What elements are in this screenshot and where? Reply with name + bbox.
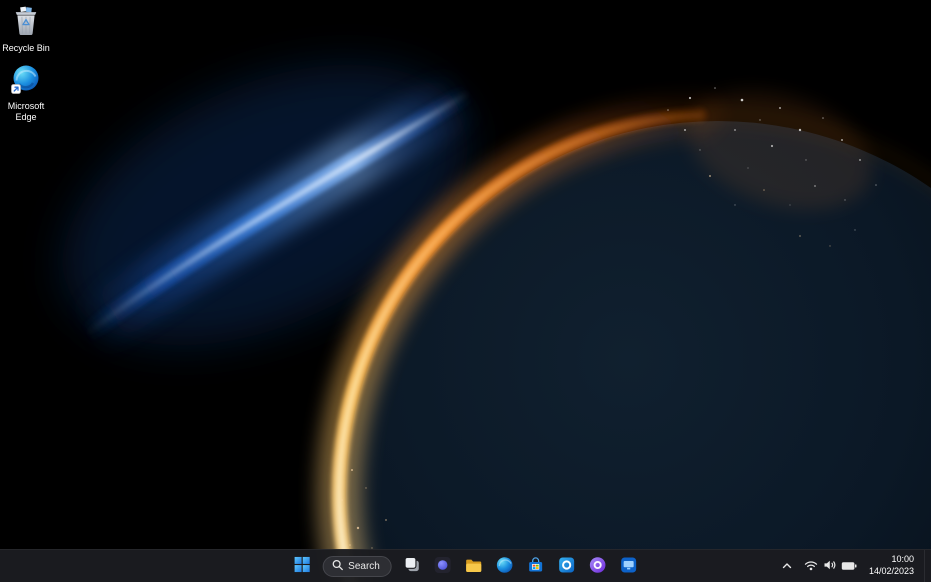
chat-icon (434, 556, 452, 577)
tray-overflow-button[interactable] (777, 554, 797, 578)
task-view-button[interactable] (398, 553, 426, 579)
microsoft-store-button[interactable] (522, 553, 550, 579)
teams-button[interactable] (584, 553, 612, 579)
taskbar-center: Search (288, 550, 643, 582)
remote-desktop-icon (620, 556, 638, 577)
clock-time: 10:00 (891, 554, 914, 566)
teams-icon (589, 556, 607, 577)
desktop-icon-label: Recycle Bin (2, 43, 50, 54)
search-label: Search (348, 561, 380, 572)
desktop-icon-label: Microsoft Edge (0, 101, 52, 123)
system-tray: 10:00 14/02/2023 (777, 550, 929, 582)
edge-icon (496, 556, 514, 577)
wifi-icon (804, 559, 818, 574)
battery-icon (841, 559, 857, 574)
search-box[interactable]: Search (322, 556, 392, 577)
chevron-up-icon (781, 559, 793, 574)
edge-button[interactable] (491, 553, 519, 579)
microsoft-store-icon (527, 556, 545, 577)
outlook-button[interactable] (553, 553, 581, 579)
clock-date: 14/02/2023 (869, 566, 914, 578)
clock[interactable]: 10:00 14/02/2023 (864, 552, 921, 579)
recycle-bin-icon (12, 6, 40, 41)
remote-desktop-button[interactable] (615, 553, 643, 579)
start-button[interactable] (288, 553, 316, 579)
outlook-icon (558, 556, 576, 577)
desktop-icon-recycle-bin[interactable]: Recycle Bin (0, 6, 52, 54)
task-view-icon (403, 556, 420, 576)
edge-shortcut-icon (11, 64, 41, 99)
network-volume-battery-button[interactable] (798, 554, 863, 579)
start-icon (294, 556, 311, 576)
desktop-icon-grid: Recycle Bin Microsoft Edge (0, 6, 52, 122)
wallpaper (0, 0, 931, 582)
taskbar: Search (0, 549, 931, 582)
file-explorer-button[interactable] (460, 553, 488, 579)
search-icon (331, 559, 343, 574)
show-desktop-button[interactable] (924, 550, 929, 582)
desktop-icon-microsoft-edge[interactable]: Microsoft Edge (0, 64, 52, 123)
volume-icon (823, 559, 836, 574)
chat-button[interactable] (429, 553, 457, 579)
file-explorer-icon (465, 556, 483, 577)
